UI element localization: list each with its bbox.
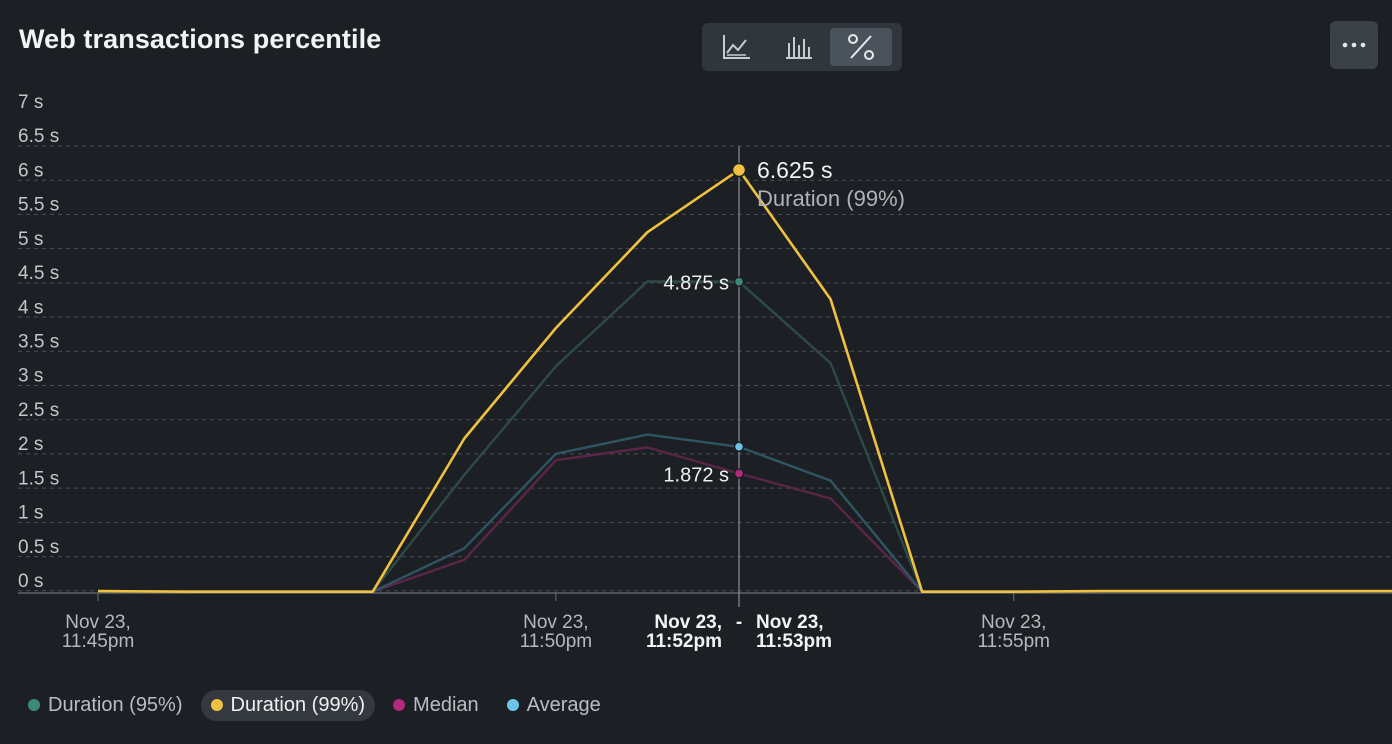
legend-item-median[interactable]: Median — [383, 690, 489, 721]
y-tick-label: 5.5 s — [18, 195, 59, 216]
x-tick-label: 11:45pm — [62, 631, 135, 652]
hover-point-average — [733, 441, 745, 453]
percentile-chart: 0 s 0.5 s 1 s 1.5 s 2 s 2.5 s 3 s 3.5 s 4 s 4.5 s… — [18, 92, 1392, 652]
hover-range-start: Nov 23, — [654, 612, 722, 633]
hover-range-end: Nov 23, — [756, 612, 824, 633]
legend-label: Duration (95%) — [48, 693, 183, 716]
legend-label: Duration (99%) — [230, 693, 366, 716]
y-tick-label: 1.5 s — [18, 468, 59, 489]
legend-dot — [393, 699, 406, 711]
legend-dot — [210, 699, 223, 711]
y-tick-label: 6 s — [18, 160, 43, 181]
x-tick-label: 11:50pm — [520, 631, 593, 652]
y-tick-label: 2 s — [18, 434, 43, 455]
x-tick-label: Nov 23, — [523, 612, 588, 633]
y-tick-label: 7 s — [18, 92, 43, 113]
legend-label: Average — [526, 693, 601, 716]
y-tick-label: 0 s — [18, 571, 43, 592]
hover-range-separator: - — [736, 612, 742, 633]
legend-item-average[interactable]: Average — [497, 690, 611, 721]
tooltip-value: 6.625 s — [757, 157, 832, 183]
y-tick-label: 4.5 s — [18, 263, 59, 284]
hover-point-p99 — [731, 162, 747, 178]
y-tick-label: 0.5 s — [18, 537, 59, 558]
series-line-average — [98, 433, 1392, 593]
y-tick-label: 6.5 s — [18, 126, 59, 147]
legend-dot — [506, 699, 519, 711]
x-tick-label: 11:55pm — [977, 631, 1050, 652]
legend-label: Median — [413, 693, 479, 716]
hover-range-end: 11:53pm — [756, 631, 832, 652]
y-tick-label: 5 s — [18, 229, 43, 250]
x-tick-label: Nov 23, — [65, 612, 130, 633]
y-tick-label: 1 s — [18, 503, 43, 524]
y-tick-label: 3.5 s — [18, 332, 59, 353]
hover-range-start: 11:52pm — [646, 631, 722, 652]
median-hover-label: 1.872 s — [663, 464, 729, 486]
series-line-p99 — [97, 168, 1392, 593]
y-tick-label: 2.5 s — [18, 400, 59, 421]
p95-hover-label: 4.875 s — [663, 273, 729, 295]
series-line-median — [98, 446, 1392, 593]
legend-item-p95[interactable]: Duration (95%) — [18, 690, 193, 721]
hover-point-p95 — [733, 276, 745, 287]
chart-legend: Duration (95%) Duration (99%) Median Averag… — [18, 688, 611, 722]
x-tick-label: Nov 23, — [981, 612, 1046, 633]
legend-item-p99[interactable]: Duration (99%) — [200, 689, 376, 721]
tooltip-series: Duration (99%) — [757, 186, 905, 211]
y-tick-label: 3 s — [18, 366, 43, 387]
y-tick-label: 4 s — [18, 297, 43, 318]
series-line-p95 — [97, 280, 1392, 593]
hover-point-median — [733, 468, 745, 479]
legend-dot — [28, 699, 40, 711]
